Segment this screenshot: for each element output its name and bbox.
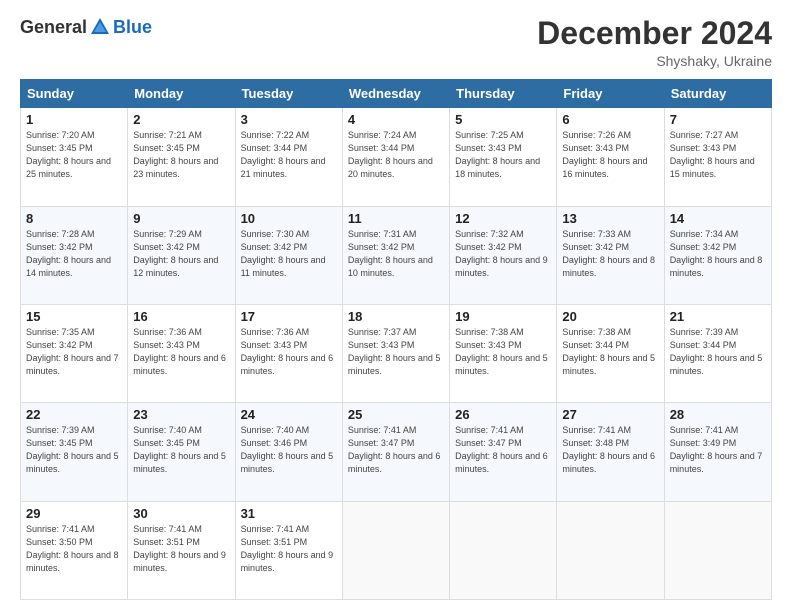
table-row: 9Sunrise: 7:29 AMSunset: 3:42 PMDaylight… (128, 206, 235, 304)
logo-general-text: General (20, 17, 87, 38)
table-row: 10Sunrise: 7:30 AMSunset: 3:42 PMDayligh… (235, 206, 342, 304)
col-sunday: Sunday (21, 80, 128, 108)
table-row: 26Sunrise: 7:41 AMSunset: 3:47 PMDayligh… (450, 403, 557, 501)
calendar-week-4: 22Sunrise: 7:39 AMSunset: 3:45 PMDayligh… (21, 403, 772, 501)
calendar-week-1: 1Sunrise: 7:20 AMSunset: 3:45 PMDaylight… (21, 108, 772, 206)
table-row: 20Sunrise: 7:38 AMSunset: 3:44 PMDayligh… (557, 304, 664, 402)
page: General Blue December 2024 Shyshaky, Ukr… (0, 0, 792, 612)
table-row: 4Sunrise: 7:24 AMSunset: 3:44 PMDaylight… (342, 108, 449, 206)
table-row: 27Sunrise: 7:41 AMSunset: 3:48 PMDayligh… (557, 403, 664, 501)
calendar-week-2: 8Sunrise: 7:28 AMSunset: 3:42 PMDaylight… (21, 206, 772, 304)
table-row: 1Sunrise: 7:20 AMSunset: 3:45 PMDaylight… (21, 108, 128, 206)
table-row (557, 501, 664, 599)
calendar-week-3: 15Sunrise: 7:35 AMSunset: 3:42 PMDayligh… (21, 304, 772, 402)
calendar-table: Sunday Monday Tuesday Wednesday Thursday… (20, 79, 772, 600)
table-row: 23Sunrise: 7:40 AMSunset: 3:45 PMDayligh… (128, 403, 235, 501)
table-row: 12Sunrise: 7:32 AMSunset: 3:42 PMDayligh… (450, 206, 557, 304)
table-row: 13Sunrise: 7:33 AMSunset: 3:42 PMDayligh… (557, 206, 664, 304)
logo-blue-text: Blue (113, 17, 152, 38)
table-row (664, 501, 771, 599)
col-friday: Friday (557, 80, 664, 108)
calendar-header-row: Sunday Monday Tuesday Wednesday Thursday… (21, 80, 772, 108)
calendar-week-5: 29Sunrise: 7:41 AMSunset: 3:50 PMDayligh… (21, 501, 772, 599)
logo-icon (89, 16, 111, 38)
table-row: 17Sunrise: 7:36 AMSunset: 3:43 PMDayligh… (235, 304, 342, 402)
table-row: 25Sunrise: 7:41 AMSunset: 3:47 PMDayligh… (342, 403, 449, 501)
header-right: December 2024 Shyshaky, Ukraine (537, 16, 772, 69)
table-row: 19Sunrise: 7:38 AMSunset: 3:43 PMDayligh… (450, 304, 557, 402)
table-row: 11Sunrise: 7:31 AMSunset: 3:42 PMDayligh… (342, 206, 449, 304)
col-wednesday: Wednesday (342, 80, 449, 108)
location: Shyshaky, Ukraine (537, 53, 772, 69)
table-row: 7Sunrise: 7:27 AMSunset: 3:43 PMDaylight… (664, 108, 771, 206)
table-row: 22Sunrise: 7:39 AMSunset: 3:45 PMDayligh… (21, 403, 128, 501)
month-title: December 2024 (537, 16, 772, 51)
table-row: 29Sunrise: 7:41 AMSunset: 3:50 PMDayligh… (21, 501, 128, 599)
table-row: 15Sunrise: 7:35 AMSunset: 3:42 PMDayligh… (21, 304, 128, 402)
logo: General Blue (20, 16, 152, 38)
table-row: 14Sunrise: 7:34 AMSunset: 3:42 PMDayligh… (664, 206, 771, 304)
table-row: 18Sunrise: 7:37 AMSunset: 3:43 PMDayligh… (342, 304, 449, 402)
table-row (342, 501, 449, 599)
col-monday: Monday (128, 80, 235, 108)
table-row: 28Sunrise: 7:41 AMSunset: 3:49 PMDayligh… (664, 403, 771, 501)
table-row: 16Sunrise: 7:36 AMSunset: 3:43 PMDayligh… (128, 304, 235, 402)
table-row: 2Sunrise: 7:21 AMSunset: 3:45 PMDaylight… (128, 108, 235, 206)
table-row: 8Sunrise: 7:28 AMSunset: 3:42 PMDaylight… (21, 206, 128, 304)
table-row: 30Sunrise: 7:41 AMSunset: 3:51 PMDayligh… (128, 501, 235, 599)
table-row: 3Sunrise: 7:22 AMSunset: 3:44 PMDaylight… (235, 108, 342, 206)
table-row: 6Sunrise: 7:26 AMSunset: 3:43 PMDaylight… (557, 108, 664, 206)
col-thursday: Thursday (450, 80, 557, 108)
table-row: 31Sunrise: 7:41 AMSunset: 3:51 PMDayligh… (235, 501, 342, 599)
header: General Blue December 2024 Shyshaky, Ukr… (20, 16, 772, 69)
col-saturday: Saturday (664, 80, 771, 108)
col-tuesday: Tuesday (235, 80, 342, 108)
table-row: 5Sunrise: 7:25 AMSunset: 3:43 PMDaylight… (450, 108, 557, 206)
table-row: 24Sunrise: 7:40 AMSunset: 3:46 PMDayligh… (235, 403, 342, 501)
table-row (450, 501, 557, 599)
table-row: 21Sunrise: 7:39 AMSunset: 3:44 PMDayligh… (664, 304, 771, 402)
